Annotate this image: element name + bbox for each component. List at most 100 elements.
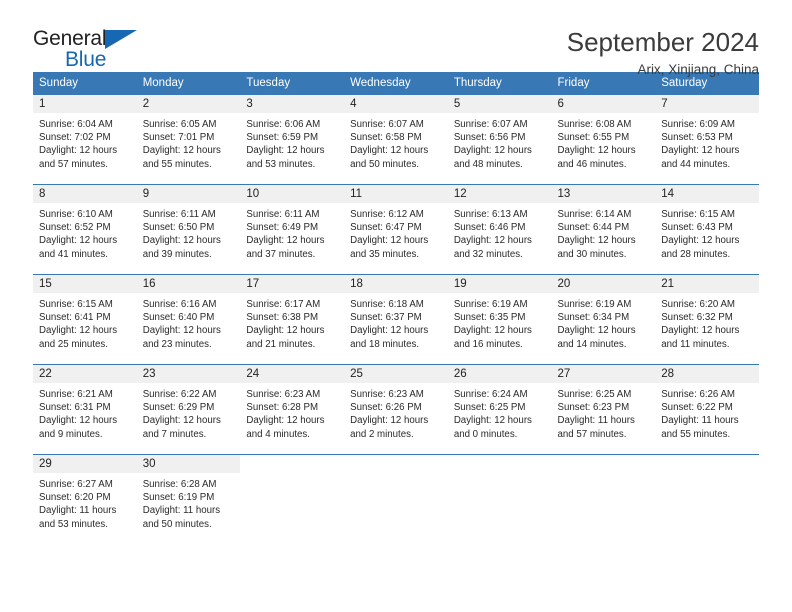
day-number: 9	[136, 185, 241, 203]
page-title: September 2024	[566, 27, 759, 57]
day-cell-details: Sunrise: 6:16 AM Sunset: 6:40 PM Daylight:…	[137, 293, 241, 351]
sunset-text: Sunset: 6:43 PM	[661, 222, 733, 234]
daylight-text-line2: and 14 minutes.	[557, 338, 627, 350]
calendar-day-cell[interactable]: 24 Sunrise: 6:23 AM Sunset: 6:28 PM Dayligh…	[240, 364, 345, 455]
calendar-day-cell[interactable]: 23 Sunrise: 6:22 AM Sunset: 6:29 PM Dayligh…	[136, 364, 241, 455]
day-cell-inner: 21 Sunrise: 6:20 AM Sunset: 6:32 PM Dayligh…	[655, 275, 759, 364]
day-number: 4	[344, 95, 448, 113]
sunrise-text: Sunrise: 6:07 AM	[350, 119, 424, 130]
logo-text-blue: Blue	[65, 48, 107, 71]
day-cell-inner: 23 Sunrise: 6:22 AM Sunset: 6:29 PM Dayligh…	[136, 365, 241, 454]
calendar-body: 1 Sunrise: 6:04 AM Sunset: 7:02 PM Daylight…	[33, 94, 759, 544]
page-header: General Blue September 2024 Arix, Xinjia…	[33, 0, 759, 77]
calendar-day-cell[interactable]: 11 Sunrise: 6:12 AM Sunset: 6:47 PM Dayligh…	[344, 184, 448, 275]
day-cell-details: Sunrise: 6:12 AM Sunset: 6:47 PM Daylight:…	[344, 203, 448, 261]
calendar-day-cell[interactable]: 1 Sunrise: 6:04 AM Sunset: 7:02 PM Daylight…	[33, 94, 137, 185]
calendar-day-cell[interactable]: 22 Sunrise: 6:21 AM Sunset: 6:31 PM Dayligh…	[33, 364, 137, 455]
calendar-day-cell[interactable]: 15 Sunrise: 6:15 AM Sunset: 6:41 PM Dayligh…	[33, 274, 137, 365]
calendar-day-cell[interactable]: 18 Sunrise: 6:18 AM Sunset: 6:37 PM Dayligh…	[344, 274, 448, 365]
day-cell-inner: 16 Sunrise: 6:16 AM Sunset: 6:40 PM Dayligh…	[136, 275, 241, 364]
day-cell-details: Sunrise: 6:07 AM Sunset: 6:56 PM Daylight:…	[448, 113, 552, 171]
daylight-text-line1: Daylight: 12 hours	[142, 145, 221, 157]
day-cell-details: Sunrise: 6:22 AM Sunset: 6:29 PM Daylight:…	[137, 383, 241, 441]
calendar-day-cell[interactable]: 13 Sunrise: 6:14 AM Sunset: 6:44 PM Dayligh…	[551, 184, 656, 275]
calendar-day-cell[interactable]: 27 Sunrise: 6:25 AM Sunset: 6:23 PM Dayligh…	[551, 364, 656, 455]
sunset-text: Sunset: 6:19 PM	[142, 492, 215, 504]
sunrise-text: Sunrise: 6:06 AM	[246, 119, 321, 130]
sunset-text: Sunset: 7:01 PM	[142, 132, 215, 144]
calendar-week-row: 8 Sunrise: 6:10 AM Sunset: 6:52 PM Daylight…	[33, 184, 759, 275]
day-cell-details	[448, 473, 552, 478]
daylight-text-line1: Daylight: 12 hours	[246, 415, 325, 427]
calendar-day-cell[interactable]: 17 Sunrise: 6:17 AM Sunset: 6:38 PM Dayligh…	[240, 274, 345, 365]
calendar-week-row: 15 Sunrise: 6:15 AM Sunset: 6:41 PM Dayligh…	[33, 274, 759, 365]
calendar-day-cell[interactable]: 7 Sunrise: 6:09 AM Sunset: 6:53 PM Daylight…	[655, 94, 759, 185]
calendar-day-cell[interactable]: 29 Sunrise: 6:27 AM Sunset: 6:20 PM Dayligh…	[33, 454, 137, 544]
calendar-day-cell[interactable]: 25 Sunrise: 6:23 AM Sunset: 6:26 PM Dayligh…	[344, 364, 448, 455]
general-blue-logo[interactable]: General Blue	[33, 28, 153, 74]
daylight-text-line2: and 48 minutes.	[453, 158, 523, 170]
daylight-text-line1: Daylight: 12 hours	[142, 325, 221, 337]
sunrise-text: Sunrise: 6:07 AM	[453, 119, 528, 130]
day-number	[551, 455, 656, 473]
sunset-text: Sunset: 6:47 PM	[350, 222, 422, 234]
sunrise-text: Sunrise: 6:22 AM	[142, 389, 217, 400]
sunset-text: Sunset: 6:44 PM	[557, 222, 630, 234]
calendar-day-cell[interactable]: 30 Sunrise: 6:28 AM Sunset: 6:19 PM Dayligh…	[136, 454, 241, 544]
calendar-day-cell[interactable]: 10 Sunrise: 6:11 AM Sunset: 6:49 PM Dayligh…	[240, 184, 345, 275]
calendar-day-cell-empty	[344, 454, 448, 544]
calendar-day-cell[interactable]: 26 Sunrise: 6:24 AM Sunset: 6:25 PM Dayligh…	[447, 364, 552, 455]
calendar-day-cell[interactable]: 3 Sunrise: 6:06 AM Sunset: 6:59 PM Daylight…	[240, 94, 345, 185]
day-cell-inner: 17 Sunrise: 6:17 AM Sunset: 6:38 PM Dayligh…	[240, 275, 345, 364]
calendar-week-row: 29 Sunrise: 6:27 AM Sunset: 6:20 PM Dayligh…	[33, 454, 759, 544]
sunrise-text: Sunrise: 6:04 AM	[39, 119, 113, 130]
sunset-text: Sunset: 7:02 PM	[39, 132, 111, 144]
daylight-text-line1: Daylight: 12 hours	[453, 235, 532, 247]
daylight-text-line1: Daylight: 12 hours	[661, 145, 740, 157]
calendar-day-cell[interactable]: 16 Sunrise: 6:16 AM Sunset: 6:40 PM Dayligh…	[136, 274, 241, 365]
sunset-text: Sunset: 6:56 PM	[453, 132, 526, 144]
calendar-day-cell[interactable]: 8 Sunrise: 6:10 AM Sunset: 6:52 PM Daylight…	[33, 184, 137, 275]
sunset-text: Sunset: 6:50 PM	[142, 222, 215, 234]
sunset-text: Sunset: 6:37 PM	[350, 312, 422, 324]
day-cell-details: Sunrise: 6:24 AM Sunset: 6:25 PM Daylight:…	[448, 383, 552, 441]
calendar-day-cell[interactable]: 2 Sunrise: 6:05 AM Sunset: 7:01 PM Daylight…	[136, 94, 241, 185]
calendar-day-cell[interactable]: 5 Sunrise: 6:07 AM Sunset: 6:56 PM Daylight…	[447, 94, 552, 185]
daylight-text-line1: Daylight: 12 hours	[142, 415, 221, 427]
calendar-day-cell-empty	[240, 454, 345, 544]
calendar-day-cell[interactable]: 21 Sunrise: 6:20 AM Sunset: 6:32 PM Dayligh…	[655, 274, 759, 365]
day-number: 28	[655, 365, 759, 383]
sunset-text: Sunset: 6:25 PM	[453, 402, 526, 414]
calendar-day-cell[interactable]: 6 Sunrise: 6:08 AM Sunset: 6:55 PM Daylight…	[551, 94, 656, 185]
day-cell-inner	[240, 455, 345, 544]
day-cell-inner: 27 Sunrise: 6:25 AM Sunset: 6:23 PM Dayligh…	[551, 365, 656, 454]
daylight-text-line1: Daylight: 12 hours	[39, 325, 118, 337]
daylight-text-line1: Daylight: 12 hours	[557, 235, 636, 247]
calendar-day-cell[interactable]: 19 Sunrise: 6:19 AM Sunset: 6:35 PM Dayligh…	[447, 274, 552, 365]
daylight-text-line2: and 30 minutes.	[557, 248, 627, 260]
daylight-text-line2: and 21 minutes.	[246, 338, 316, 350]
calendar-week-row: 1 Sunrise: 6:04 AM Sunset: 7:02 PM Daylight…	[33, 94, 759, 185]
sunset-text: Sunset: 6:32 PM	[661, 312, 733, 324]
daylight-text-line1: Daylight: 12 hours	[350, 235, 429, 247]
calendar-day-cell[interactable]: 4 Sunrise: 6:07 AM Sunset: 6:58 PM Daylight…	[344, 94, 448, 185]
calendar-day-cell[interactable]: 20 Sunrise: 6:19 AM Sunset: 6:34 PM Dayligh…	[551, 274, 656, 365]
calendar-day-cell[interactable]: 9 Sunrise: 6:11 AM Sunset: 6:50 PM Daylight…	[136, 184, 241, 275]
day-cell-details: Sunrise: 6:23 AM Sunset: 6:26 PM Daylight:…	[344, 383, 448, 441]
sunrise-text: Sunrise: 6:15 AM	[39, 299, 113, 310]
day-cell-details: Sunrise: 6:26 AM Sunset: 6:22 PM Daylight:…	[655, 383, 759, 441]
daylight-text-line2: and 23 minutes.	[142, 338, 212, 350]
day-cell-inner: 4 Sunrise: 6:07 AM Sunset: 6:58 PM Daylight…	[344, 95, 448, 184]
calendar-page: General Blue September 2024 Arix, Xinjia…	[0, 0, 792, 612]
calendar-day-cell[interactable]: 14 Sunrise: 6:15 AM Sunset: 6:43 PM Dayligh…	[655, 184, 759, 275]
sunrise-text: Sunrise: 6:27 AM	[39, 479, 113, 490]
day-cell-inner: 30 Sunrise: 6:28 AM Sunset: 6:19 PM Dayligh…	[136, 455, 241, 544]
calendar-day-cell[interactable]: 12 Sunrise: 6:13 AM Sunset: 6:46 PM Dayligh…	[447, 184, 552, 275]
daylight-text-line2: and 57 minutes.	[557, 428, 627, 440]
day-number: 25	[344, 365, 448, 383]
sunrise-text: Sunrise: 6:15 AM	[661, 209, 735, 220]
day-cell-details	[240, 473, 344, 478]
calendar-day-cell[interactable]: 28 Sunrise: 6:26 AM Sunset: 6:22 PM Dayligh…	[655, 364, 759, 455]
day-number: 21	[655, 275, 759, 293]
day-cell-inner: 2 Sunrise: 6:05 AM Sunset: 7:01 PM Daylight…	[136, 95, 241, 184]
